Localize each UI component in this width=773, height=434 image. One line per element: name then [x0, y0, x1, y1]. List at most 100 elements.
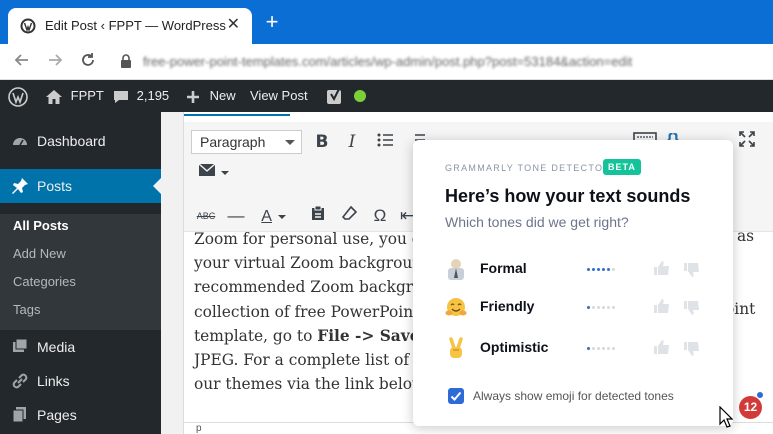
pages-icon	[12, 407, 26, 423]
close-tab-icon[interactable]: ✕	[227, 16, 240, 34]
mail-dropdown-button[interactable]	[194, 160, 234, 184]
new-tab-button[interactable]: +	[262, 11, 282, 33]
seo-status-dot	[354, 90, 366, 102]
address-bar[interactable]: free-power-point-templates.com/articles/…	[143, 54, 632, 69]
sidebar-item-links[interactable]: Links	[0, 364, 161, 398]
thumbs-down-icon[interactable]	[683, 262, 701, 278]
forward-icon[interactable]	[43, 50, 67, 74]
popup-subtitle: Which tones did we get right?	[445, 214, 629, 230]
fullscreen-button[interactable]	[736, 130, 758, 154]
comments-link[interactable]: 2,195	[113, 80, 169, 112]
tone-meter	[587, 268, 617, 272]
wordpress-logo-icon[interactable]	[8, 80, 28, 112]
tone-meter-dot	[592, 347, 595, 350]
media-icon	[13, 338, 28, 352]
format-select[interactable]: Paragraph	[191, 130, 302, 154]
grammarly-alert-badge[interactable]: 12	[739, 396, 762, 419]
bullet-list-icon	[377, 133, 393, 147]
thumbs-up-icon[interactable]	[653, 339, 671, 355]
popup-kicker: GRAMMARLY TONE DETECTOR	[445, 163, 612, 173]
strikethrough-button[interactable]: ABC	[194, 204, 218, 228]
grammarly-status-dot	[757, 392, 763, 398]
chevron-down-icon	[221, 171, 230, 175]
sidebar-item-label: Pages	[37, 407, 77, 423]
tone-meter-dot	[607, 306, 610, 309]
back-icon[interactable]	[10, 50, 34, 74]
bullet-list-button[interactable]	[374, 130, 396, 154]
tone-row-optimistic: Optimistic	[445, 333, 715, 363]
browser-tab-bar: Edit Post ‹ FPPT — WordPress ✕ +	[0, 0, 773, 44]
fullscreen-icon	[739, 131, 755, 147]
thumbs-up-icon[interactable]	[653, 298, 671, 314]
hugging-face-icon	[445, 298, 467, 316]
outdent-button[interactable]: ⇤	[400, 204, 414, 228]
tone-meter	[587, 306, 617, 310]
tone-meter-dot	[587, 347, 590, 350]
chevron-down-icon	[277, 215, 286, 219]
visual-tab-underline	[184, 112, 290, 116]
show-emoji-checkbox[interactable]	[448, 388, 464, 404]
wp-admin-bar: FPPT 2,195 New View Post	[0, 80, 773, 112]
thumbs-down-icon[interactable]	[683, 300, 701, 316]
new-label: New	[209, 88, 236, 103]
sidebar-item-label: Posts	[37, 178, 73, 194]
tone-row-formal: Formal	[445, 254, 715, 284]
horizontal-line-button[interactable]: —	[226, 204, 246, 228]
site-name-link[interactable]: FPPT	[45, 80, 104, 112]
editor-right-fragment: as	[737, 227, 755, 245]
comments-count: 2,195	[136, 88, 170, 103]
tone-meter-dot	[587, 306, 590, 309]
tone-name: Optimistic	[480, 339, 549, 355]
tone-meter-dot	[607, 347, 610, 350]
submenu-categories[interactable]: Categories	[13, 274, 76, 289]
thumbs-up-icon[interactable]	[653, 260, 671, 276]
tone-meter	[587, 347, 617, 351]
home-icon	[46, 89, 62, 104]
browser-tab[interactable]: Edit Post ‹ FPPT — WordPress ✕	[8, 8, 252, 44]
bold-button[interactable]: B	[312, 130, 332, 154]
submenu-tags[interactable]: Tags	[13, 302, 40, 317]
submenu-add-new[interactable]: Add New	[13, 246, 66, 261]
sidebar-item-posts[interactable]: Posts	[0, 169, 161, 203]
view-post-link[interactable]: View Post	[250, 80, 308, 112]
wordpress-favicon-icon	[20, 18, 36, 34]
popup-title: Here’s how your text sounds	[445, 186, 691, 206]
tone-name: Formal	[480, 260, 527, 276]
lock-icon	[121, 54, 131, 68]
pin-icon	[12, 178, 28, 194]
sidebar-item-dashboard[interactable]: Dashboard	[0, 124, 161, 158]
format-select-value: Paragraph	[200, 134, 266, 150]
plus-icon	[187, 90, 199, 103]
tone-meter-dot	[597, 347, 600, 350]
tone-row-friendly: Friendly	[445, 292, 715, 322]
admin-sidebar: Dashboard Posts All Posts Add New Catego…	[0, 112, 161, 434]
grammarly-tone-popup: GRAMMARLY TONE DETECTOR BETA Here’s how …	[413, 140, 733, 426]
checkmark-icon	[450, 391, 462, 401]
sidebar-item-label: Links	[37, 373, 70, 389]
reload-icon[interactable]	[76, 50, 100, 74]
person-in-suit-icon	[448, 259, 464, 280]
submenu-all-posts[interactable]: All Posts	[13, 218, 69, 233]
sidebar-item-pages[interactable]: Pages	[0, 398, 161, 432]
sidebar-item-label: Media	[37, 339, 76, 355]
browser-toolbar: free-power-point-templates.com/articles/…	[0, 44, 773, 80]
tone-meter-dot	[587, 268, 590, 271]
tone-meter-dot	[592, 306, 595, 309]
show-emoji-label[interactable]: Always show emoji for detected tones	[473, 389, 674, 403]
yoast-icon[interactable]	[326, 80, 344, 112]
tone-meter-dot	[597, 306, 600, 309]
italic-button[interactable]: I	[342, 130, 362, 154]
victory-hand-icon	[449, 337, 463, 358]
dashboard-icon	[13, 138, 27, 146]
clear-formatting-button[interactable]	[340, 204, 360, 228]
tone-meter-dot	[592, 268, 595, 271]
chevron-down-icon	[285, 140, 295, 150]
thumbs-down-icon[interactable]	[683, 341, 701, 357]
text-color-button[interactable]: A	[254, 204, 294, 228]
special-character-button[interactable]: Ω	[370, 204, 390, 228]
sidebar-item-media[interactable]: Media	[0, 330, 161, 364]
tone-name: Friendly	[480, 298, 535, 314]
new-content-link[interactable]: New	[186, 80, 236, 112]
paste-text-button[interactable]	[308, 204, 328, 228]
tone-meter-dot	[612, 268, 615, 271]
